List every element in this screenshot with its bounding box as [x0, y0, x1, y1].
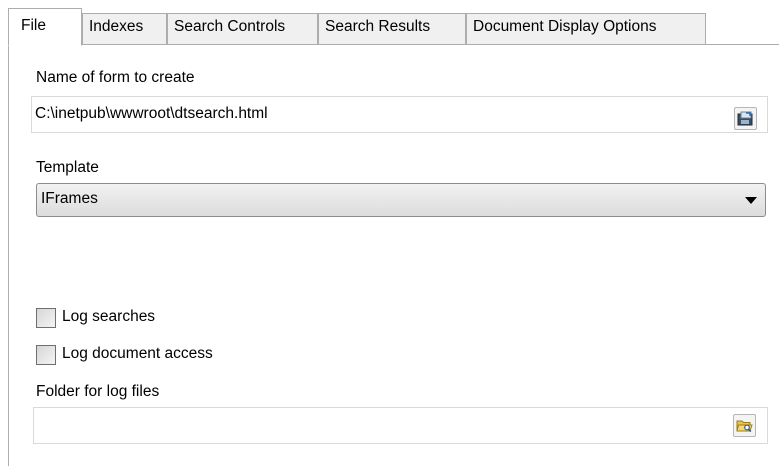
template-select[interactable]: IFrames	[36, 183, 766, 217]
tab-document-display-options[interactable]: Document Display Options	[466, 13, 706, 44]
log-folder-label: Folder for log files	[36, 383, 160, 400]
log-folder-field[interactable]	[33, 407, 768, 444]
log-searches-checkbox[interactable]	[36, 308, 56, 328]
tab-search-controls[interactable]: Search Controls	[167, 13, 318, 44]
browse-log-folder-button[interactable]	[733, 414, 756, 437]
panel-border	[8, 44, 9, 466]
form-name-label: Name of form to create	[36, 69, 195, 86]
log-searches-label[interactable]: Log searches	[62, 308, 155, 326]
log-document-access-checkbox[interactable]	[36, 345, 56, 365]
tab-search-results[interactable]: Search Results	[318, 13, 466, 44]
chevron-down-icon	[745, 197, 757, 204]
tab-file[interactable]: File	[8, 8, 82, 46]
folder-open-icon	[736, 420, 753, 433]
form-name-field[interactable]: C:\inetpub\wwwroot\dtsearch.html	[31, 96, 768, 133]
tab-divider	[8, 44, 779, 45]
browse-form-name-button[interactable]	[734, 107, 757, 130]
tab-strip: File Indexes Search Controls Search Resu…	[0, 0, 779, 48]
template-selected-value: IFrames	[41, 190, 98, 207]
log-document-access-label[interactable]: Log document access	[62, 345, 213, 363]
form-name-value: C:\inetpub\wwwroot\dtsearch.html	[35, 105, 268, 122]
template-label: Template	[36, 159, 99, 176]
save-file-icon	[737, 111, 753, 126]
tab-indexes[interactable]: Indexes	[82, 13, 167, 44]
